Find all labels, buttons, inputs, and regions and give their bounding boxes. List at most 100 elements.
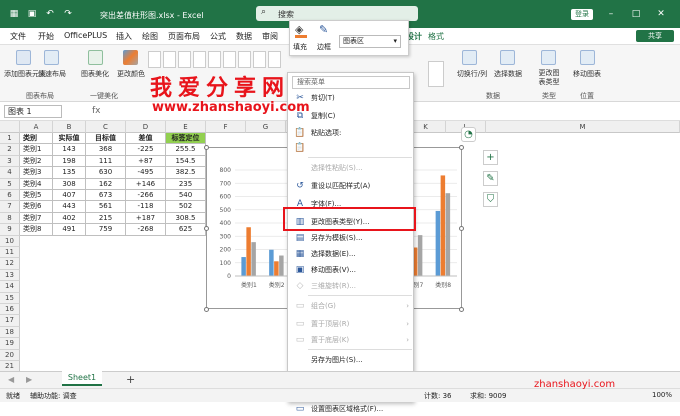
chart-elements-plus-icon[interactable]: + (483, 150, 498, 165)
chart-style-thumb[interactable] (268, 51, 281, 68)
menu-data[interactable]: 数据 (236, 31, 252, 42)
outline-icon[interactable]: ✎ (319, 23, 328, 36)
chart-filter-top-icon[interactable]: ◔ (461, 127, 476, 142)
table-cell[interactable]: 491 (53, 224, 86, 236)
menu-file[interactable]: 文件 (10, 31, 26, 42)
bar-标签定位[interactable] (279, 255, 284, 276)
table-cell[interactable]: +146 (126, 178, 166, 190)
table-cell[interactable]: 502 (166, 201, 206, 213)
row-header[interactable]: 4 (0, 167, 20, 179)
table-cell[interactable]: 255.5 (166, 144, 206, 156)
add-chart-element-button[interactable]: 添加图表元素 (4, 69, 46, 79)
chart-styles-brush-icon[interactable]: ✎ (483, 171, 498, 186)
table-cell[interactable]: 673 (86, 190, 126, 202)
chart-style-thumb[interactable] (238, 51, 251, 68)
row-header[interactable]: 18 (0, 326, 20, 339)
quick-layout-button[interactable]: 快速布局 (38, 69, 66, 79)
table-cell[interactable]: -495 (126, 167, 166, 179)
menu-home[interactable]: 开始 (38, 31, 54, 42)
table-cell[interactable]: 443 (53, 201, 86, 213)
undo-icon[interactable]: ↶ (44, 8, 56, 20)
column-header[interactable]: C (86, 121, 126, 133)
table-cell[interactable]: 类别3 (20, 167, 53, 179)
table-cell[interactable]: 143 (53, 144, 86, 156)
table-header-cell[interactable]: 标签定位 (166, 133, 206, 145)
table-cell[interactable]: 402 (53, 212, 86, 225)
column-header[interactable]: M (486, 121, 680, 133)
context-menu-item[interactable]: 另存为图片(S)... (288, 353, 415, 367)
table-cell[interactable]: 类别1 (20, 144, 53, 156)
table-cell[interactable]: 630 (86, 167, 126, 179)
menu-formulas[interactable]: 公式 (210, 31, 226, 42)
menu-draw[interactable]: 绘图 (142, 31, 158, 42)
column-header[interactable]: E (166, 121, 206, 133)
select-data-button[interactable]: 选择数据 (492, 69, 524, 79)
table-header-cell[interactable]: 目标值 (86, 133, 126, 145)
row-header[interactable]: 9 (0, 224, 20, 236)
zoom-level[interactable]: 100% (652, 391, 672, 399)
bar-标签定位[interactable] (251, 242, 256, 276)
change-chart-type-button[interactable]: 更改图表类型 (536, 69, 562, 87)
table-header-cell[interactable]: 差值 (126, 133, 166, 145)
change-colors-button[interactable]: 更改颜色 (117, 69, 145, 79)
table-cell[interactable]: 类别4 (20, 178, 53, 190)
row-header[interactable]: 15 (0, 292, 20, 304)
table-header-cell[interactable]: 实际值 (53, 133, 86, 145)
column-header[interactable]: G (246, 121, 286, 133)
row-header[interactable]: 12 (0, 258, 20, 270)
row-header[interactable]: 2 (0, 144, 20, 156)
table-cell[interactable]: -266 (126, 190, 166, 202)
context-menu-item[interactable]: ▤ 另存为模板(S)... (288, 231, 415, 245)
column-header[interactable]: D (126, 121, 166, 133)
context-menu-item[interactable]: ▣ 移动图表(V)... (288, 263, 415, 277)
resize-handle[interactable] (459, 307, 464, 312)
table-cell[interactable]: -225 (126, 144, 166, 156)
context-menu-search[interactable]: 搜索菜单 (292, 76, 410, 89)
redo-icon[interactable]: ↷ (62, 8, 74, 20)
resize-handle[interactable] (459, 226, 464, 231)
menu-page-layout[interactable]: 页面布局 (168, 31, 200, 42)
login-button[interactable]: 登录 (571, 9, 593, 20)
chart-style-thumb[interactable] (253, 51, 266, 68)
table-cell[interactable]: 类别8 (20, 224, 53, 236)
table-cell[interactable]: 561 (86, 201, 126, 213)
bar-实际值[interactable] (241, 257, 246, 276)
row-header[interactable]: 14 (0, 281, 20, 293)
resize-handle[interactable] (204, 145, 209, 150)
bar-标签定位[interactable] (417, 235, 423, 276)
row-header[interactable]: 8 (0, 212, 20, 225)
sheet-nav-left-icon[interactable]: ◀ (8, 375, 14, 384)
chart-beautify-button[interactable]: 图表美化 (78, 69, 112, 79)
bar-目标值[interactable] (440, 175, 446, 276)
row-header[interactable]: 16 (0, 304, 20, 316)
menu-review[interactable]: 审阅 (262, 31, 278, 42)
context-menu-item[interactable]: ↺ 重设以匹配样式(A) (288, 179, 415, 193)
minimize-icon[interactable]: – (605, 8, 617, 20)
table-cell[interactable]: 625 (166, 224, 206, 236)
row-header[interactable]: 7 (0, 201, 20, 213)
table-cell[interactable]: 类别5 (20, 190, 53, 202)
share-button[interactable]: 共享 (636, 30, 674, 42)
search-box[interactable]: ⌕ 搜索 (256, 6, 418, 21)
sheet-tab-sheet1[interactable]: Sheet1 (62, 371, 102, 386)
row-header[interactable]: 11 (0, 247, 20, 259)
bar-实际值[interactable] (269, 249, 274, 276)
menu-officeplus[interactable]: OfficePLUS (64, 31, 107, 40)
column-header[interactable]: A (20, 121, 53, 133)
table-cell[interactable]: 类别6 (20, 201, 53, 213)
table-cell[interactable]: 382.5 (166, 167, 206, 179)
context-menu-item[interactable]: ▦ 选择数据(E)... (288, 247, 415, 261)
context-menu-item[interactable]: 📋 (288, 141, 415, 155)
resize-handle[interactable] (204, 226, 209, 231)
chart-element-dropdown[interactable]: 图表区 ▾ (339, 35, 401, 48)
column-header[interactable]: B (53, 121, 86, 133)
table-cell[interactable]: 154.5 (166, 155, 206, 168)
context-menu-item[interactable]: ▭ 设置图表区域格式(F)... (288, 402, 415, 416)
menu-insert[interactable]: 插入 (116, 31, 132, 42)
table-header-cell[interactable]: 类别 (20, 133, 53, 145)
table-cell[interactable]: -268 (126, 224, 166, 236)
table-cell[interactable]: 类别2 (20, 155, 53, 168)
table-cell[interactable]: 198 (53, 155, 86, 168)
resize-handle[interactable] (204, 307, 209, 312)
row-header[interactable]: 10 (0, 235, 20, 247)
